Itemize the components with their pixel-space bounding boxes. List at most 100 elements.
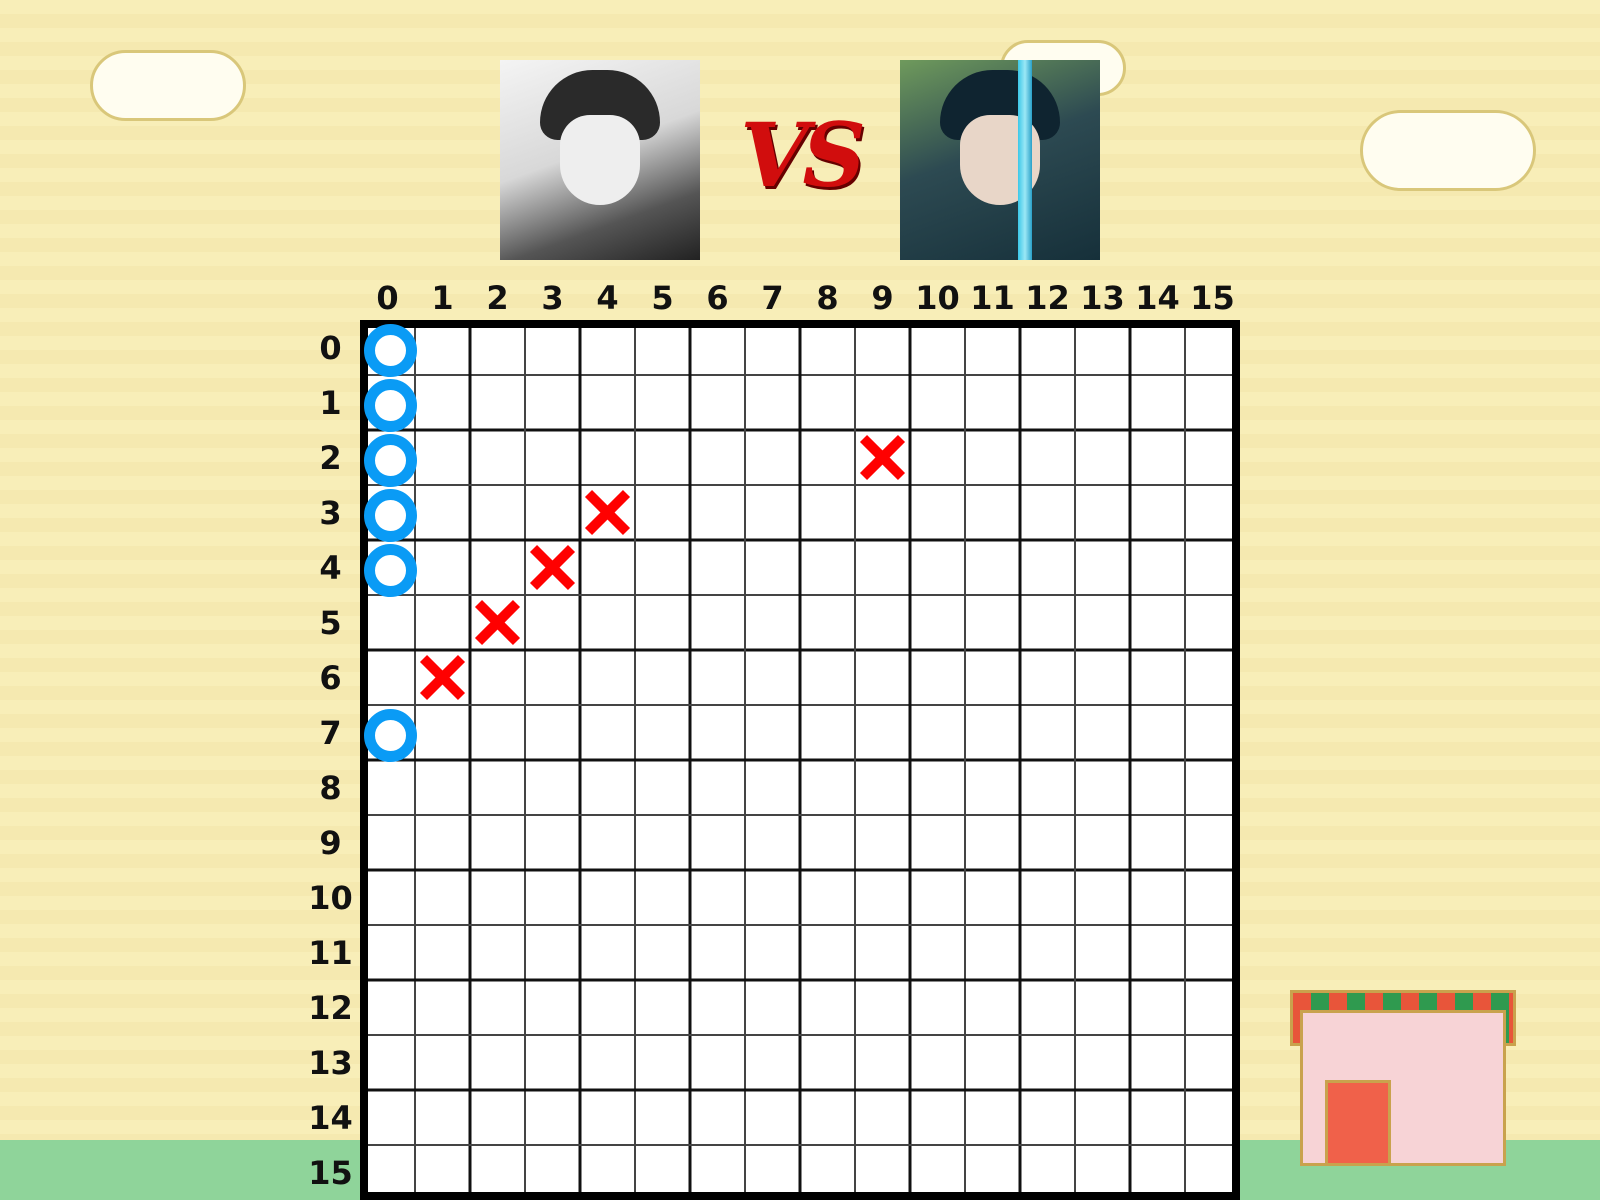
board-cell[interactable] [690, 980, 745, 1035]
board-cell[interactable] [910, 925, 965, 980]
board-cell[interactable] [1075, 375, 1130, 430]
board-cell[interactable] [635, 1090, 690, 1145]
board-cell[interactable] [1185, 815, 1240, 870]
board-cell[interactable] [580, 650, 635, 705]
board-cell[interactable] [1185, 870, 1240, 925]
board-cell[interactable] [1075, 650, 1130, 705]
board-cell[interactable] [855, 925, 910, 980]
board-cell[interactable] [965, 925, 1020, 980]
board-cell[interactable] [415, 705, 470, 760]
board-cell[interactable] [800, 1145, 855, 1200]
board-cell[interactable] [635, 705, 690, 760]
board-cell[interactable] [1020, 540, 1075, 595]
board-cell[interactable] [580, 705, 635, 760]
board-cell[interactable] [470, 1145, 525, 1200]
board-cell[interactable] [1185, 980, 1240, 1035]
board-cell[interactable] [690, 650, 745, 705]
board-cell[interactable] [965, 375, 1020, 430]
board-cell[interactable] [855, 1035, 910, 1090]
board-cell[interactable] [635, 430, 690, 485]
board-cell[interactable] [855, 650, 910, 705]
board-cell[interactable] [580, 595, 635, 650]
board-cell[interactable] [470, 540, 525, 595]
board-cell[interactable] [965, 870, 1020, 925]
board-cell[interactable] [800, 980, 855, 1035]
board-cell[interactable] [635, 485, 690, 540]
board-cell[interactable] [690, 595, 745, 650]
board-cell[interactable] [360, 1145, 415, 1200]
board-cell[interactable] [470, 870, 525, 925]
board-cell[interactable] [910, 595, 965, 650]
board-cell[interactable] [525, 375, 580, 430]
board-cell[interactable] [1185, 595, 1240, 650]
board-cell[interactable] [1075, 705, 1130, 760]
board-cell[interactable] [1075, 1145, 1130, 1200]
board-cell[interactable] [470, 1035, 525, 1090]
board-cell[interactable] [470, 980, 525, 1035]
board-cell[interactable] [415, 485, 470, 540]
board-cell[interactable] [745, 1035, 800, 1090]
board-cell[interactable] [855, 760, 910, 815]
board-cell[interactable] [470, 650, 525, 705]
board-cell[interactable] [635, 650, 690, 705]
board-cell[interactable] [635, 760, 690, 815]
board-cell[interactable] [415, 375, 470, 430]
board-cell[interactable] [580, 1090, 635, 1145]
board-cell[interactable] [360, 980, 415, 1035]
board-cell[interactable] [415, 1035, 470, 1090]
board-cell[interactable] [910, 980, 965, 1035]
board-cell[interactable] [910, 1090, 965, 1145]
board-cell[interactable] [855, 980, 910, 1035]
board-cell[interactable] [415, 870, 470, 925]
board-cell[interactable] [745, 430, 800, 485]
board-cell[interactable] [965, 540, 1020, 595]
board-cell[interactable] [470, 375, 525, 430]
board-cell[interactable] [910, 650, 965, 705]
board-cell[interactable] [470, 760, 525, 815]
board-cell[interactable] [580, 760, 635, 815]
board-cell[interactable] [800, 485, 855, 540]
board-cell[interactable] [415, 760, 470, 815]
game-board[interactable] [360, 320, 1240, 1200]
board-cell[interactable] [855, 870, 910, 925]
board-cell[interactable] [745, 595, 800, 650]
board-cell[interactable] [1185, 320, 1240, 375]
board-cell[interactable] [745, 705, 800, 760]
board-cell[interactable] [965, 1090, 1020, 1145]
board-cell[interactable] [580, 375, 635, 430]
board-cell[interactable] [1075, 815, 1130, 870]
board-cell[interactable] [415, 320, 470, 375]
board-cell[interactable] [415, 595, 470, 650]
board-cell[interactable] [745, 925, 800, 980]
board-cell[interactable] [855, 705, 910, 760]
board-cell[interactable] [690, 375, 745, 430]
board-cell[interactable] [580, 925, 635, 980]
board-cell[interactable] [1020, 320, 1075, 375]
board-cell[interactable] [965, 320, 1020, 375]
board-cell[interactable] [1075, 540, 1130, 595]
board-cell[interactable] [690, 705, 745, 760]
board-cell[interactable] [1185, 650, 1240, 705]
board-cell[interactable] [910, 485, 965, 540]
board-cell[interactable] [1130, 485, 1185, 540]
board-cell[interactable] [1075, 1035, 1130, 1090]
board-cell[interactable] [690, 1035, 745, 1090]
board-cell[interactable] [635, 815, 690, 870]
board-cell[interactable] [1020, 815, 1075, 870]
board-cell[interactable] [580, 540, 635, 595]
board-cell[interactable] [635, 540, 690, 595]
board-cell[interactable] [800, 1035, 855, 1090]
board-cell[interactable] [1075, 320, 1130, 375]
board-cell[interactable] [1130, 870, 1185, 925]
board-cell[interactable] [360, 870, 415, 925]
board-cell[interactable] [635, 320, 690, 375]
board-cell[interactable] [415, 815, 470, 870]
board-cell[interactable] [800, 870, 855, 925]
board-cell[interactable] [1185, 540, 1240, 595]
board-cell[interactable] [1020, 430, 1075, 485]
board-cell[interactable] [855, 485, 910, 540]
board-cell[interactable] [910, 1035, 965, 1090]
board-cell[interactable] [360, 760, 415, 815]
board-cell[interactable] [745, 980, 800, 1035]
board-cell[interactable] [800, 815, 855, 870]
